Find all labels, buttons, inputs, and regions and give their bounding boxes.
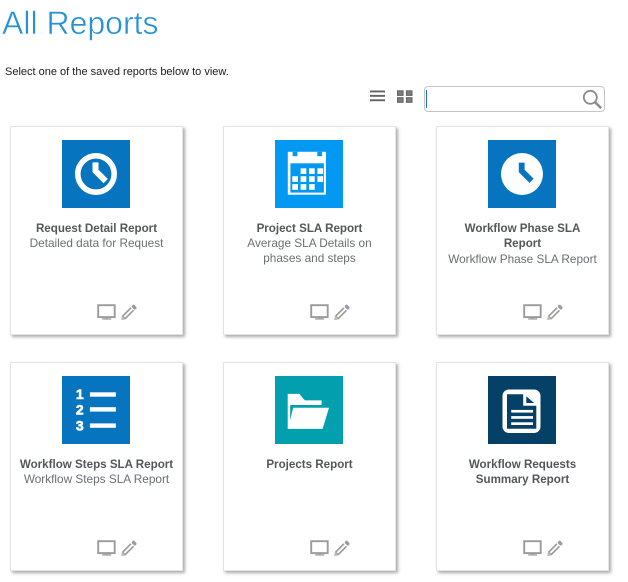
svg-text:3: 3 — [75, 417, 83, 433]
svg-text:1: 1 — [75, 386, 83, 402]
svg-text:2: 2 — [75, 402, 83, 418]
